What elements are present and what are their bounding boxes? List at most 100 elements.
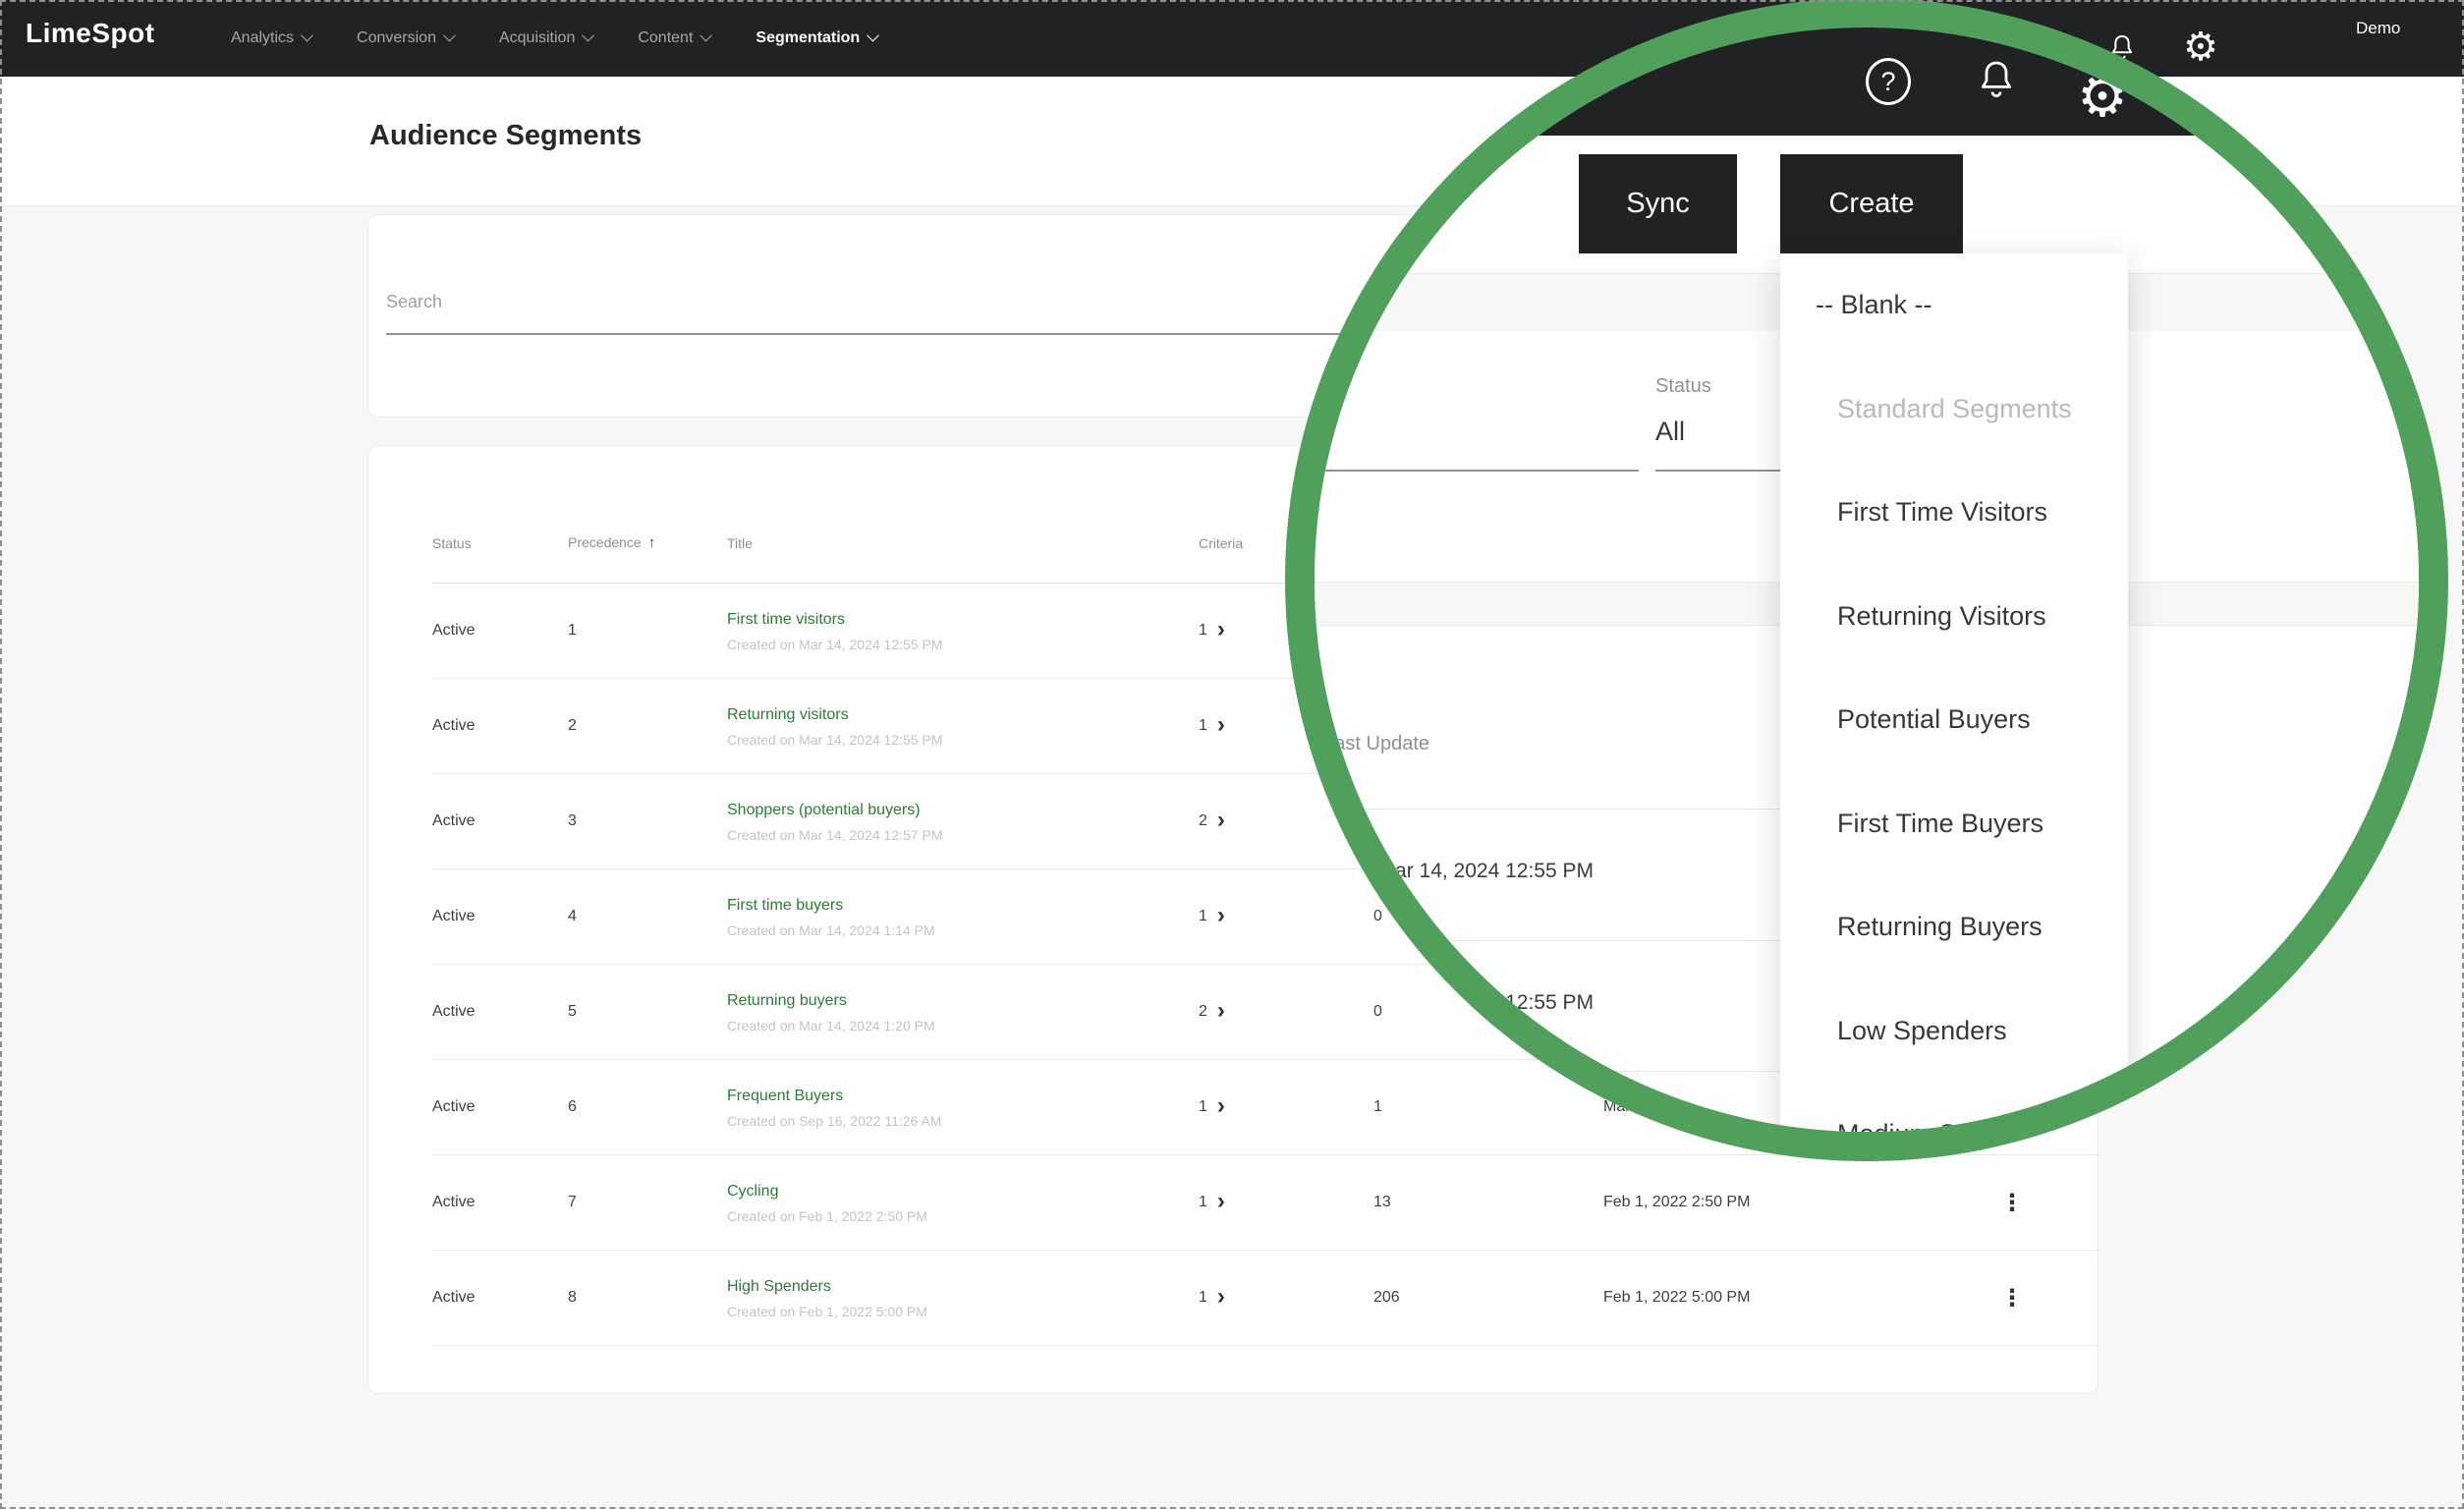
magnified-divider bbox=[1315, 809, 1800, 810]
row-title-cell: Returning buyersCreated on Mar 14, 2024 … bbox=[727, 991, 1199, 1034]
row-criteria: 1› bbox=[1199, 1098, 1373, 1116]
chevron-down-icon bbox=[867, 28, 879, 41]
search-input[interactable]: Search bbox=[386, 292, 442, 312]
magnifier-ring: ? ⚙ Sync Create Status All Last Update M… bbox=[1285, 0, 2448, 1161]
criteria-expand-icon[interactable]: › bbox=[1217, 909, 1225, 922]
table-row: Active8High Spenders Created on Feb 1, 20… bbox=[432, 1251, 2098, 1346]
limespot-logo[interactable]: LimeSpot bbox=[26, 18, 155, 49]
app-window: LimeSpot Analytics Conversion Acquisition C… bbox=[0, 0, 2464, 1509]
row-status: Active bbox=[432, 1098, 568, 1116]
row-precedence: 2 bbox=[568, 717, 727, 735]
criteria-expand-icon[interactable]: › bbox=[1217, 718, 1225, 732]
dropdown-item-low-spenders[interactable]: Low Spenders bbox=[1837, 1010, 2007, 1051]
row-criteria-count: 1 bbox=[1199, 1098, 1207, 1116]
row-precedence: 8 bbox=[568, 1289, 727, 1307]
criteria-expand-icon[interactable]: › bbox=[1217, 623, 1225, 637]
row-status: Active bbox=[432, 812, 568, 830]
row-precedence: 4 bbox=[568, 908, 727, 925]
row-criteria: 1› bbox=[1199, 1289, 1373, 1307]
row-criteria-count: 1 bbox=[1199, 1194, 1207, 1211]
segment-title-link[interactable]: Cycling bbox=[727, 1182, 1199, 1202]
notifications-bell-icon[interactable] bbox=[1973, 56, 2020, 105]
row-title-cell: Frequent Buyers Created on Sep 16, 2022 1… bbox=[727, 1087, 1199, 1129]
row-precedence: 5 bbox=[568, 1003, 727, 1021]
status-filter-label: Status bbox=[1655, 375, 1711, 398]
row-criteria-count: 1 bbox=[1199, 717, 1207, 735]
dropdown-item-returning-buyers[interactable]: Returning Buyers bbox=[1837, 906, 2043, 947]
row-last-update: Feb 1, 2022 2:50 PM bbox=[1603, 1194, 2000, 1211]
settings-gear-icon[interactable]: ⚙ bbox=[2068, 67, 2137, 132]
dropdown-item-first-time-visitors[interactable]: First Time Visitors bbox=[1837, 491, 2047, 532]
row-status: Active bbox=[432, 1194, 568, 1211]
segment-title-link[interactable]: First time visitors bbox=[727, 610, 1199, 630]
criteria-expand-icon[interactable]: › bbox=[1217, 1099, 1225, 1113]
row-criteria-count: 2 bbox=[1199, 1003, 1207, 1021]
row-criteria-count: 1 bbox=[1199, 908, 1207, 925]
row-created-subtitle: Created on Mar 14, 2024 12:55 PM bbox=[727, 732, 1199, 748]
row-kebab-menu-icon[interactable]: ⋮ bbox=[2000, 1190, 2024, 1216]
criteria-expand-icon[interactable]: › bbox=[1217, 1004, 1225, 1018]
nav-item-content[interactable]: Content bbox=[638, 29, 710, 47]
nav-item-segmentation[interactable]: Segmentation bbox=[756, 29, 877, 47]
row-members-count: 13 bbox=[1373, 1194, 1603, 1211]
row-created-subtitle: Created on Feb 1, 2022 5:00 PM bbox=[727, 1304, 1199, 1319]
row-kebab-menu-icon[interactable]: ⋮ bbox=[2000, 1285, 2024, 1312]
create-button[interactable]: Create bbox=[1780, 154, 1963, 253]
nav-item-analytics[interactable]: Analytics bbox=[231, 29, 311, 47]
help-icon[interactable]: ? bbox=[1866, 58, 1911, 105]
row-created-subtitle: Created on Feb 1, 2022 2:50 PM bbox=[727, 1208, 1199, 1224]
magnified-divider bbox=[1315, 940, 1800, 941]
row-title-cell: Returning visitors Created on Mar 14, 202… bbox=[727, 705, 1199, 748]
dropdown-section-label: Standard Segments bbox=[1837, 388, 2072, 429]
magnified-divider bbox=[1315, 1071, 1800, 1072]
dropdown-item-returning-visitors[interactable]: Returning Visitors bbox=[1837, 595, 2046, 637]
magnified-row-last-update: Mar 14, 2024 12:55 PM bbox=[1354, 860, 1594, 883]
segment-title-link[interactable]: Shoppers (potential buyers) bbox=[727, 801, 1199, 820]
chevron-down-icon bbox=[700, 28, 713, 41]
row-menu-cell: ⋮ bbox=[2000, 1189, 2059, 1217]
dropdown-item-first-time-buyers[interactable]: First Time Buyers bbox=[1837, 803, 2044, 844]
sort-ascending-icon: ↑ bbox=[648, 534, 656, 551]
magnifier-content: ? ⚙ Sync Create Status All Last Update M… bbox=[1315, 28, 2419, 1132]
row-criteria-count: 2 bbox=[1199, 812, 1207, 830]
status-filter-select[interactable]: All bbox=[1655, 417, 1685, 447]
page-title: Audience Segments bbox=[369, 120, 642, 152]
row-precedence: 6 bbox=[568, 1098, 727, 1116]
criteria-expand-icon[interactable]: › bbox=[1217, 1290, 1225, 1304]
segment-title-link[interactable]: Returning buyers bbox=[727, 991, 1199, 1011]
segment-title-link[interactable]: Returning visitors bbox=[727, 705, 1199, 725]
row-title-cell: Cycling Created on Feb 1, 2022 2:50 PM bbox=[727, 1182, 1199, 1224]
row-created-subtitle: Created on Sep 16, 2022 11:26 AM bbox=[727, 1113, 1199, 1129]
sync-button[interactable]: Sync bbox=[1579, 154, 1737, 253]
row-status: Active bbox=[432, 622, 568, 640]
row-title-cell: First time buyers Created on Mar 14, 2024… bbox=[727, 896, 1199, 938]
segment-title-link[interactable]: Frequent Buyers bbox=[727, 1087, 1199, 1106]
row-status: Active bbox=[432, 908, 568, 925]
row-members-count: 1 bbox=[1373, 1098, 1603, 1116]
segment-title-link[interactable]: High Spenders bbox=[727, 1277, 1199, 1297]
magnified-search-underline bbox=[1315, 470, 1639, 472]
col-header-status: Status bbox=[432, 535, 568, 583]
row-members-count: 206 bbox=[1373, 1289, 1603, 1307]
row-title-cell: Shoppers (potential buyers)Created on Ma… bbox=[727, 801, 1199, 843]
chevron-down-icon bbox=[443, 28, 456, 41]
dropdown-item-potential-buyers[interactable]: Potential Buyers bbox=[1837, 699, 2031, 740]
row-created-subtitle: Created on Mar 14, 2024 1:14 PM bbox=[727, 922, 1199, 938]
chevron-down-icon bbox=[301, 28, 313, 41]
dropdown-item-medium-spenders[interactable]: Medium Spenders bbox=[1837, 1113, 2052, 1132]
row-menu-cell: ⋮ bbox=[2000, 1284, 2059, 1313]
row-criteria-count: 1 bbox=[1199, 622, 1207, 640]
segment-title-link[interactable]: First time buyers bbox=[727, 896, 1199, 916]
row-status: Active bbox=[432, 717, 568, 735]
col-header-precedence[interactable]: Precedence↑ bbox=[568, 534, 727, 583]
nav-item-acquisition[interactable]: Acquisition bbox=[499, 29, 592, 47]
magnified-row-last-update: Mar 14, 2024 12:55 PM bbox=[1354, 991, 1594, 1015]
nav-item-conversion[interactable]: Conversion bbox=[357, 29, 454, 47]
row-status: Active bbox=[432, 1003, 568, 1021]
criteria-expand-icon[interactable]: › bbox=[1217, 813, 1225, 827]
row-status: Active bbox=[432, 1289, 568, 1307]
row-last-update: Feb 1, 2022 5:00 PM bbox=[1603, 1289, 2000, 1307]
dropdown-item-blank[interactable]: -- Blank -- bbox=[1816, 284, 1932, 325]
criteria-expand-icon[interactable]: › bbox=[1217, 1195, 1225, 1208]
row-criteria: 1› bbox=[1199, 908, 1373, 925]
